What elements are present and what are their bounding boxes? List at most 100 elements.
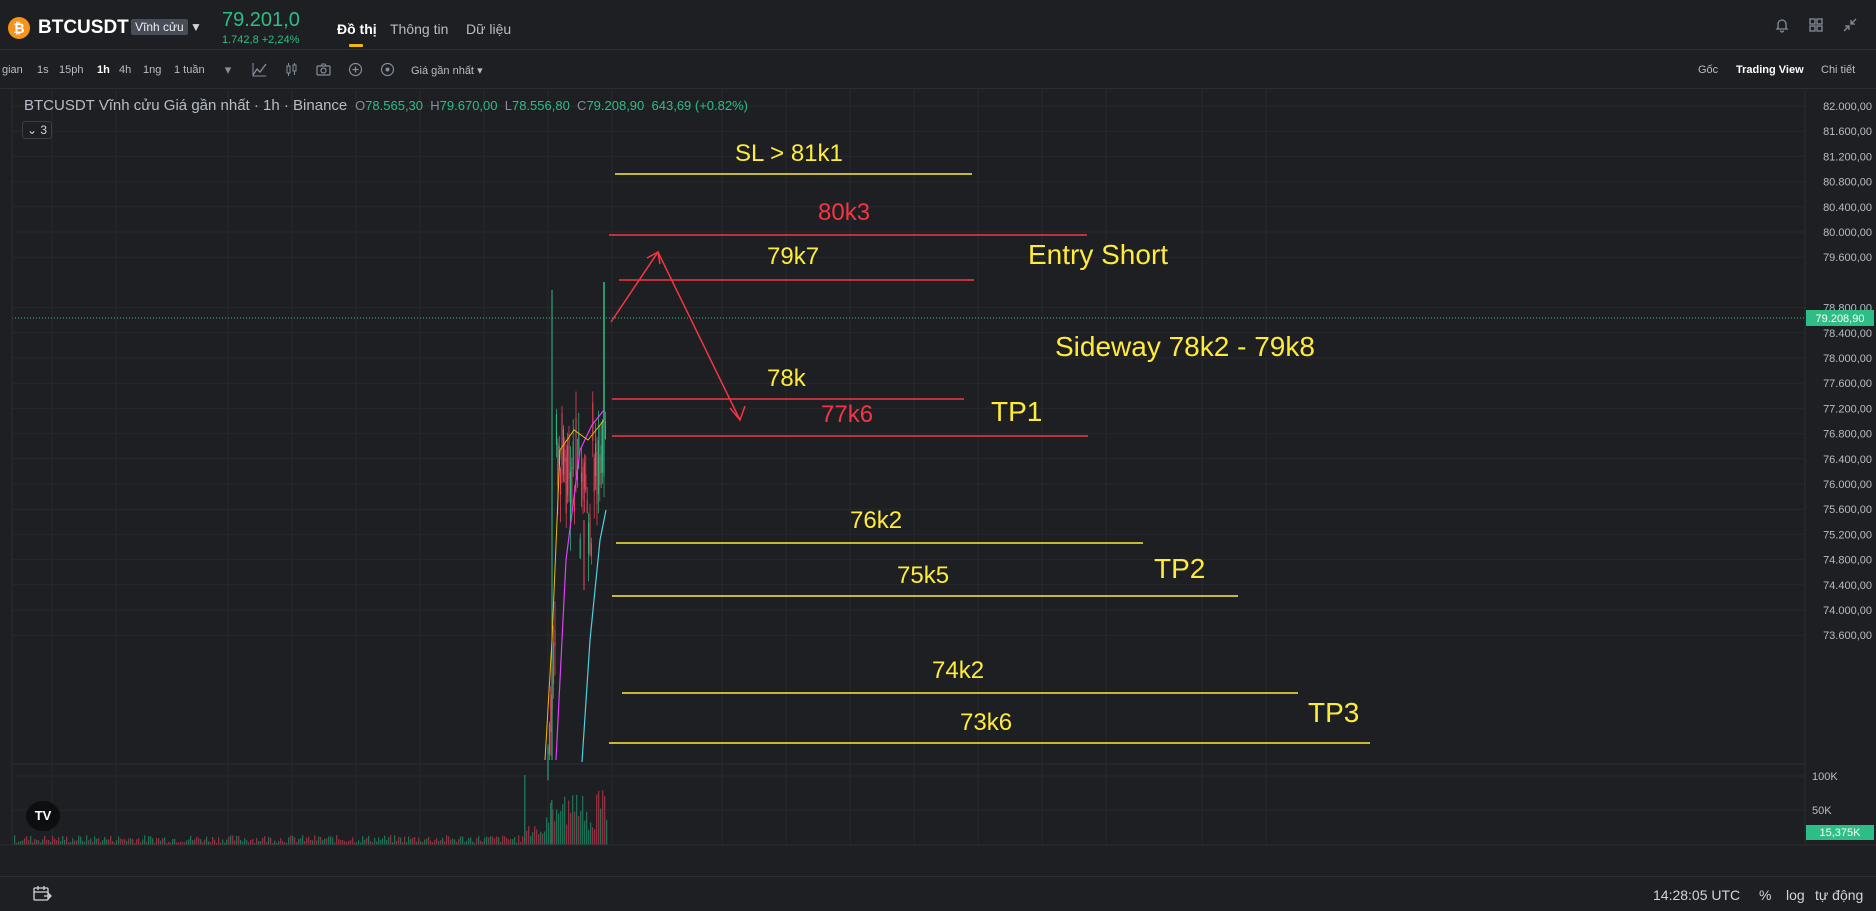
interval-1h[interactable]: 1h bbox=[97, 64, 110, 76]
tab-chart[interactable]: Đồ thị bbox=[337, 21, 377, 37]
volume-bar bbox=[24, 838, 26, 845]
candle-body bbox=[589, 514, 591, 555]
indicators-collapse-button[interactable]: ⌄ 3 bbox=[22, 121, 52, 139]
view-original[interactable]: Gốc bbox=[1698, 64, 1718, 76]
volume-bar bbox=[580, 810, 582, 845]
volume-bar bbox=[324, 838, 326, 845]
volume-bar bbox=[454, 839, 456, 845]
current-price-label: 79.208,90 bbox=[1816, 313, 1865, 325]
volume-bar bbox=[370, 841, 372, 845]
candle-body bbox=[557, 443, 559, 485]
percent-toggle[interactable]: % bbox=[1759, 887, 1771, 903]
price-type-select[interactable]: Giá gần nhất ▾ bbox=[411, 64, 483, 77]
settings-icon[interactable] bbox=[379, 62, 395, 78]
price-tick-label: 75.200,00 bbox=[1823, 529, 1872, 541]
volume-bar bbox=[104, 836, 106, 845]
dropdown-icon[interactable]: ▾ bbox=[220, 62, 236, 78]
volume-bar bbox=[252, 838, 254, 845]
price-tick-label: 74.800,00 bbox=[1823, 555, 1872, 567]
tp3-label[interactable]: TP3 bbox=[1308, 697, 1359, 728]
volume-bar bbox=[306, 837, 308, 845]
support-label-73k6[interactable]: 73k6 bbox=[960, 709, 1012, 736]
tab-info[interactable]: Thông tin bbox=[390, 21, 448, 37]
tab-data[interactable]: Dữ liệu bbox=[466, 21, 511, 37]
volume-bar bbox=[44, 835, 46, 845]
volume-bar bbox=[586, 811, 588, 845]
volume-bar bbox=[34, 839, 36, 845]
volume-bar bbox=[362, 836, 364, 845]
add-icon[interactable] bbox=[347, 62, 363, 78]
indicator-icon[interactable] bbox=[251, 62, 267, 78]
log-toggle[interactable]: log bbox=[1786, 887, 1805, 903]
legend-title: BTCUSDT Vĩnh cửu Giá gần nhất · 1h · Bin… bbox=[24, 97, 348, 114]
stop-loss-label[interactable]: SL > 81k1 bbox=[735, 140, 843, 167]
volume-bar bbox=[218, 837, 220, 845]
interval-15ph[interactable]: 15ph bbox=[59, 64, 83, 76]
view-tradingview[interactable]: Trading View bbox=[1736, 64, 1804, 76]
tradingview-logo-icon[interactable]: TV bbox=[26, 801, 60, 831]
contract-type-badge: Vĩnh cửu bbox=[131, 19, 188, 35]
volume-bar bbox=[88, 840, 90, 845]
volume-bar bbox=[376, 841, 378, 845]
candle-body bbox=[604, 421, 606, 440]
date-range-icon[interactable] bbox=[32, 885, 52, 906]
volume-bar bbox=[208, 841, 210, 845]
view-detail[interactable]: Chi tiết bbox=[1821, 64, 1855, 76]
resistance-label-79k7[interactable]: 79k7 bbox=[767, 243, 819, 270]
volume-bar bbox=[222, 839, 224, 845]
candle-body bbox=[565, 457, 567, 514]
layout-grid-icon[interactable] bbox=[1807, 17, 1825, 35]
interval-1ng[interactable]: 1ng bbox=[143, 64, 161, 76]
candle-type-icon[interactable] bbox=[283, 62, 299, 78]
entry-short-label[interactable]: Entry Short bbox=[1028, 239, 1168, 270]
volume-bar bbox=[532, 832, 534, 845]
volume-bar bbox=[384, 835, 386, 845]
support-label-75k5[interactable]: 75k5 bbox=[897, 562, 949, 589]
volume-bar bbox=[462, 836, 464, 845]
support-label-78k[interactable]: 78k bbox=[767, 365, 807, 392]
bitcoin-icon: ₿ bbox=[8, 17, 30, 39]
chevron-down-icon[interactable]: ▼ bbox=[190, 20, 202, 34]
interval-4h[interactable]: 4h bbox=[119, 64, 131, 76]
interval-1-week[interactable]: 1 tuần bbox=[174, 64, 205, 76]
volume-bar bbox=[132, 839, 134, 845]
collapse-icon[interactable] bbox=[1841, 17, 1859, 35]
volume-bar bbox=[410, 839, 412, 845]
volume-bar bbox=[598, 790, 600, 845]
volume-bar bbox=[52, 836, 54, 845]
auto-scale-toggle[interactable]: tự động bbox=[1815, 887, 1863, 903]
volume-bar bbox=[342, 840, 344, 845]
volume-bar bbox=[562, 804, 564, 845]
volume-bar bbox=[36, 839, 38, 845]
camera-icon[interactable] bbox=[315, 62, 331, 78]
top-header: ₿ BTCUSDT Vĩnh cửu ▼ 79.201,0 1.742,8 +2… bbox=[0, 0, 1876, 50]
volume-bar bbox=[198, 838, 200, 845]
volume-bar bbox=[472, 841, 474, 845]
support-label-76k2[interactable]: 76k2 bbox=[850, 507, 902, 534]
volume-bar bbox=[64, 839, 66, 845]
volume-bar bbox=[588, 829, 590, 845]
volume-bar bbox=[326, 838, 328, 845]
volume-bar bbox=[250, 839, 252, 845]
volume-bar bbox=[348, 840, 350, 845]
volume-bar bbox=[444, 841, 446, 845]
low-label: L bbox=[504, 98, 512, 113]
price-chart[interactable]: SL > 81k1 80k3 79k7 Entry Short Sideway 78k2… bbox=[0, 90, 1876, 847]
volume-bar bbox=[82, 840, 84, 845]
sideway-label[interactable]: Sideway 78k2 - 79k8 bbox=[1055, 331, 1315, 362]
volume-bar bbox=[206, 836, 208, 845]
tp1-label[interactable]: TP1 bbox=[991, 396, 1042, 427]
volume-bar bbox=[264, 836, 266, 845]
candle-body bbox=[582, 466, 584, 500]
volume-bar bbox=[488, 837, 490, 845]
volume-bar bbox=[116, 840, 118, 845]
tp2-label[interactable]: TP2 bbox=[1154, 553, 1205, 584]
support-label-77k6[interactable]: 77k6 bbox=[821, 401, 873, 428]
support-label-74k2[interactable]: 74k2 bbox=[932, 657, 984, 684]
resistance-label-80k3[interactable]: 80k3 bbox=[818, 199, 870, 226]
candle-body bbox=[595, 443, 597, 477]
utc-clock[interactable]: 14:28:05 UTC bbox=[1653, 887, 1740, 903]
bell-icon[interactable] bbox=[1773, 17, 1791, 35]
interval-1s[interactable]: 1s bbox=[37, 64, 49, 76]
symbol-name[interactable]: BTCUSDT bbox=[38, 17, 129, 39]
